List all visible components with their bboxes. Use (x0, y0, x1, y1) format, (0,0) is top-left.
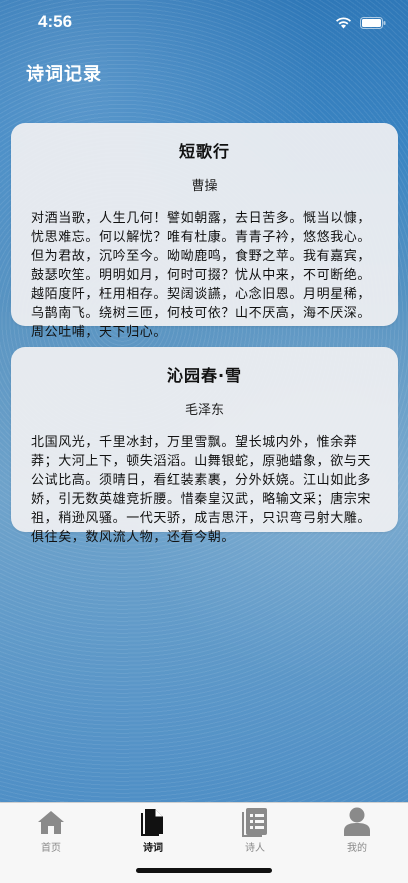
page-title: 诗词记录 (26, 64, 102, 85)
poem-title: 沁园春·雪 (166, 366, 243, 385)
tab-label: 我的 (347, 843, 367, 854)
status-icons (335, 14, 386, 33)
poem-content: 对酒当歌，人生几何！譬如朝露，去日苦多。慨当以慷，忧思难忘。何以解忧？唯有杜康。… (31, 211, 372, 340)
status-bar: 4:56 (0, 0, 408, 44)
poem-title: 短歌行 (178, 142, 230, 161)
poem-author: 曹操 (191, 179, 218, 194)
home-icon (37, 807, 65, 837)
poem-author: 毛泽东 (184, 403, 224, 418)
battery-icon (360, 14, 386, 33)
tab-profile[interactable]: 我的 (306, 803, 408, 883)
poem-card[interactable]: 沁园春·雪 毛泽东 北国风光，千里冰封，万里雪飘。望长城内外，惟余莽莽；大河上下… (11, 347, 398, 545)
app-screen: 4:56 诗词记录 短歌行 曹操 对酒当歌，人生几何！譬如朝露，去日苦多。慨当以… (0, 0, 408, 802)
tab-label: 首页 (41, 843, 61, 854)
tab-label: 诗词 (143, 843, 163, 854)
wifi-icon (335, 14, 352, 33)
tab-label: 诗人 (245, 843, 265, 854)
list-document-icon (241, 807, 269, 837)
document-icon (139, 807, 167, 837)
status-time: 4:56 (38, 12, 73, 31)
poem-card[interactable]: 短歌行 曹操 对酒当歌，人生几何！譬如朝露，去日苦多。慨当以慷，忧思难忘。何以解… (11, 123, 398, 340)
home-indicator[interactable] (136, 868, 272, 873)
poem-content: 北国风光，千里冰封，万里雪飘。望长城内外，惟余莽莽；大河上下，顿失滔滔。山舞银蛇… (31, 435, 372, 545)
person-icon (343, 807, 371, 837)
tab-home[interactable]: 首页 (0, 803, 102, 883)
